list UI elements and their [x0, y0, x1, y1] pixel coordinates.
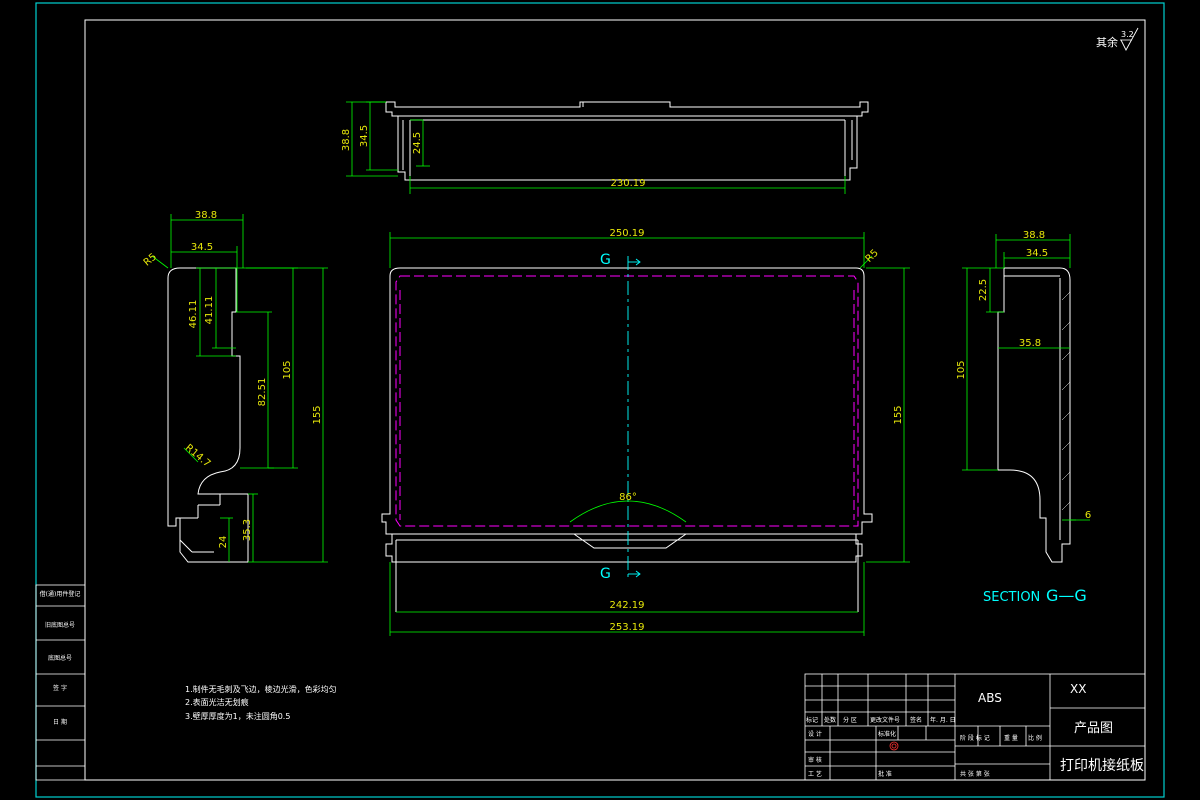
dim-34-5-left: 34.5: [191, 242, 213, 253]
section-hatch: [1061, 291, 1071, 511]
cad-drawing: 借(通)用件登记 旧底图总号 底图总号 签 字 日 期 其余 3.2 38.8 …: [35, 2, 1165, 798]
tb-left-label-3: 工 艺: [808, 770, 822, 778]
tb-row-label-6: 年. 月. 日: [930, 716, 956, 724]
note-2: 2.表面光洁无划痕: [185, 697, 249, 707]
dim-46-11: 46.11: [188, 300, 199, 329]
tb-row-label-4: 更改文件号: [870, 716, 900, 724]
material-label: ABS: [978, 691, 1002, 705]
tb-row-label-2: 处数: [824, 716, 836, 724]
dim-24-5-top: 24.5: [412, 132, 423, 154]
section-cut-label-bottom: G: [600, 566, 611, 582]
strip-label-3: 底图总号: [48, 654, 72, 662]
dim-82-51: 82.51: [257, 378, 268, 407]
dim-35-3: 35.3: [242, 519, 253, 541]
dim-34-5-top: 34.5: [359, 125, 370, 147]
top-view: [385, 101, 869, 181]
dim-38-8-section: 38.8: [1023, 230, 1045, 241]
strip-label-4: 签 字: [53, 684, 67, 692]
tb-scale-label: 比 例: [1028, 734, 1042, 742]
dim-105-left: 105: [282, 360, 293, 379]
dim-6: 6: [1085, 510, 1091, 521]
dim-38-8-top: 38.8: [341, 129, 352, 151]
dim-86-deg: 86°: [619, 492, 637, 503]
dim-r14-7: R14.7: [183, 442, 212, 469]
svg-text:3.2: 3.2: [1121, 30, 1134, 39]
dim-155-left: 155: [312, 405, 323, 424]
tb-sheets-label: 共 张 第 张: [960, 770, 990, 778]
dim-41-11: 41.11: [204, 296, 215, 325]
dim-34-5-section: 34.5: [1026, 248, 1048, 259]
drawing-frame: [84, 19, 1146, 781]
tb-row-label-5: 签名: [910, 716, 922, 724]
tb-row-label-3: 分 区: [843, 716, 857, 724]
dim-242-19: 242.19: [610, 600, 645, 611]
front-view-dims: [389, 232, 910, 636]
dim-35-8: 35.8: [1019, 338, 1041, 349]
svg-text:其余: 其余: [1096, 35, 1118, 49]
roughness-symbol: 其余 3.2: [1096, 27, 1139, 51]
dim-155-front: 155: [893, 405, 904, 424]
dim-250-19: 250.19: [610, 228, 645, 239]
tb-row-label-1: 标记: [806, 716, 818, 724]
dim-230-19: 230.19: [611, 178, 646, 189]
front-view: [381, 267, 873, 612]
dim-38-8-left: 38.8: [195, 210, 217, 221]
note-1: 1.制件无毛刺及飞边，棱边光滑，色彩均匀: [185, 684, 337, 694]
dim-253-19: 253.19: [610, 622, 645, 633]
tb-left-label-2: 审 核: [808, 756, 822, 764]
section-dims: [962, 234, 1090, 521]
dim-r5-left: R5: [142, 252, 159, 269]
section-cut-label-top: G: [600, 252, 611, 268]
hidden-lines: [395, 275, 859, 527]
part-name-label: 打印机接纸板: [1060, 757, 1144, 774]
strip-label-2: 旧底图总号: [45, 621, 75, 629]
dim-105-section: 105: [956, 360, 967, 379]
section-view: [997, 267, 1071, 563]
tb-left-label-5: 批 准: [878, 770, 892, 778]
strip-label-1: 借(通)用件登记: [40, 590, 81, 598]
note-3: 3.壁厚厚度为1，未注圆角0.5: [185, 711, 290, 721]
center-line: [627, 256, 641, 578]
dim-24: 24: [218, 536, 229, 549]
tb-stage-label: 阶 段 标 记: [960, 734, 990, 742]
section-title: SECTION: [983, 590, 1040, 605]
drawing-type-label: 产品图: [1074, 721, 1113, 736]
tb-left-label-1: 设 计: [808, 730, 822, 738]
strip-label-5: 日 期: [53, 718, 67, 726]
company-label: XX: [1070, 682, 1086, 696]
left-strip: [35, 584, 86, 781]
tb-weight-label: 重 量: [1004, 734, 1018, 742]
dim-22-5: 22.5: [978, 279, 989, 301]
sheet-border: [35, 2, 1165, 798]
section-letter: G—G: [1046, 586, 1087, 605]
tb-left-label-4: 标准化: [878, 730, 896, 738]
